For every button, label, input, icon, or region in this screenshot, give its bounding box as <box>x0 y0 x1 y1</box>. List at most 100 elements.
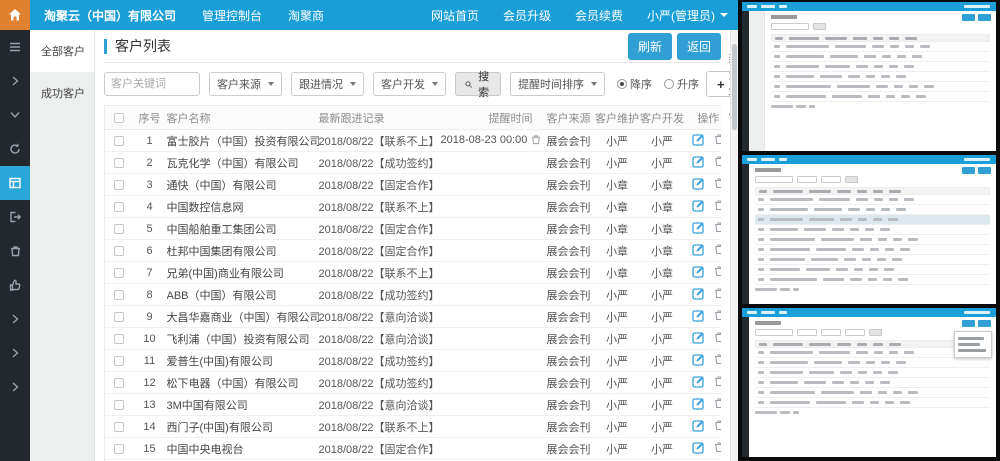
edit-icon[interactable] <box>692 221 705 237</box>
chevron-right-icon[interactable] <box>0 336 30 370</box>
sidebar-item-all-customers[interactable]: 全部客户 <box>30 30 94 72</box>
nav-item-member-upgrade[interactable]: 会员升级 <box>503 7 551 24</box>
sort-asc-radio[interactable]: 升序 <box>664 76 699 92</box>
sort-field-select[interactable]: 提醒时间排序 <box>510 72 605 96</box>
thumbs-up-icon[interactable] <box>0 268 30 302</box>
edit-icon[interactable] <box>692 353 705 369</box>
chevron-right-icon[interactable] <box>0 302 30 336</box>
row-checkbox[interactable] <box>114 334 124 344</box>
remind-delete-icon[interactable] <box>531 134 541 148</box>
table-row[interactable]: 2 瓦克化学（中国）有限公司 2018/08/22【成功签约】 展会会刊 小严 … <box>105 152 722 174</box>
row-checkbox[interactable] <box>114 180 124 190</box>
nav-item-website-home[interactable]: 网站首页 <box>431 7 479 24</box>
delete-icon[interactable] <box>714 353 721 368</box>
row-checkbox[interactable] <box>114 136 124 146</box>
keyword-input[interactable] <box>104 72 200 96</box>
vertical-scrollbar[interactable] <box>730 30 738 461</box>
row-checkbox[interactable] <box>114 312 124 322</box>
edit-icon[interactable] <box>692 287 705 303</box>
nav-item-taojushang[interactable]: 淘聚商 <box>288 7 324 24</box>
row-checkbox[interactable] <box>114 246 124 256</box>
edit-icon[interactable] <box>692 397 705 413</box>
cell-maintainer: 小严 <box>595 394 640 416</box>
delete-icon[interactable] <box>714 199 721 214</box>
edit-icon[interactable] <box>692 133 705 149</box>
delete-icon[interactable] <box>714 419 721 434</box>
table-row[interactable]: 10 飞利浦（中国）投资有限公司 2018/08/22【意向洽谈】 展会会刊 小… <box>105 328 722 350</box>
back-button[interactable]: 返回 <box>677 33 721 60</box>
trash-icon[interactable] <box>0 234 30 268</box>
table-row[interactable]: 14 西门子(中国)有限公司 2018/08/22【联系不上】 展会会刊 小严 … <box>105 416 722 438</box>
table-row[interactable]: 11 爱普生(中国)有限公司 2018/08/22【成功签约】 展会会刊 小严 … <box>105 350 722 372</box>
sidebar-item-success-customers[interactable]: 成功客户 <box>30 72 94 114</box>
row-checkbox[interactable] <box>114 400 124 410</box>
table-row[interactable]: 4 中国数控信息网 2018/08/22【联系不上】 展会会刊 小章 小章 <box>105 196 722 218</box>
cell-source: 展会会刊 <box>543 174 595 196</box>
delete-icon[interactable] <box>714 287 721 302</box>
screenshot-preview-3[interactable] <box>742 308 996 457</box>
edit-icon[interactable] <box>692 419 705 435</box>
delete-icon[interactable] <box>714 309 721 324</box>
delete-icon[interactable] <box>714 441 721 456</box>
table-row[interactable]: 12 松下电器（中国）有限公司 2018/08/22【成功签约】 展会会刊 小严… <box>105 372 722 394</box>
refresh-button[interactable]: 刷新 <box>628 33 672 60</box>
table-row[interactable]: 5 中国船舶重工集团公司 2018/08/22【固定合作】 展会会刊 小章 小章 <box>105 218 722 240</box>
edit-icon[interactable] <box>692 177 705 193</box>
edit-icon[interactable] <box>692 375 705 391</box>
edit-icon[interactable] <box>692 155 705 171</box>
user-menu[interactable]: 小严(管理员) <box>647 7 728 24</box>
delete-icon[interactable] <box>714 265 721 280</box>
edit-icon[interactable] <box>692 265 705 281</box>
delete-icon[interactable] <box>714 375 721 390</box>
home-icon <box>8 8 22 22</box>
row-checkbox[interactable] <box>114 356 124 366</box>
chevron-down-icon[interactable] <box>0 98 30 132</box>
row-checkbox[interactable] <box>114 158 124 168</box>
select-all-checkbox[interactable] <box>114 113 124 123</box>
sort-desc-radio[interactable]: 降序 <box>617 76 652 92</box>
customer-list-icon[interactable] <box>0 166 30 200</box>
delete-icon[interactable] <box>714 243 721 258</box>
followup-filter-select[interactable]: 跟进情况 <box>291 72 364 96</box>
scrollbar-thumb[interactable] <box>732 44 737 130</box>
nav-item-member-renew[interactable]: 会员续费 <box>575 7 623 24</box>
search-button[interactable]: 搜索 <box>455 72 501 96</box>
table-row[interactable]: 6 杜邦中国集团有限公司 2018/08/22【固定合作】 展会会刊 小章 小章 <box>105 240 722 262</box>
row-checkbox[interactable] <box>114 202 124 212</box>
row-checkbox[interactable] <box>114 224 124 234</box>
screenshot-preview-2[interactable] <box>742 155 996 304</box>
history-refresh-icon[interactable] <box>0 132 30 166</box>
table-row[interactable]: 1 富士胶片（中国）投资有限公司 2018/08/22【联系不上】 2018-0… <box>105 130 722 152</box>
edit-icon[interactable] <box>692 331 705 347</box>
row-checkbox[interactable] <box>114 268 124 278</box>
sidebar-toggle-hamburger-icon[interactable] <box>0 30 30 64</box>
home-button[interactable] <box>0 0 30 30</box>
source-filter-select[interactable]: 客户来源 <box>209 72 282 96</box>
table-row[interactable]: 8 ABB（中国）有限公司 2018/08/22【成功签约】 展会会刊 小严 小… <box>105 284 722 306</box>
delete-icon[interactable] <box>714 155 721 170</box>
delete-icon[interactable] <box>714 221 721 236</box>
logout-arrow-icon[interactable] <box>0 200 30 234</box>
row-checkbox[interactable] <box>114 444 124 454</box>
develop-filter-select[interactable]: 客户开发 <box>373 72 446 96</box>
edit-icon[interactable] <box>692 441 705 457</box>
delete-icon[interactable] <box>714 177 721 192</box>
table-row[interactable]: 13 3M中国有限公司 2018/08/22【意向洽谈】 展会会刊 小严 小严 <box>105 394 722 416</box>
edit-icon[interactable] <box>692 199 705 215</box>
row-checkbox[interactable] <box>114 378 124 388</box>
edit-icon[interactable] <box>692 243 705 259</box>
nav-item-console[interactable]: 管理控制台 <box>202 7 262 24</box>
delete-icon[interactable] <box>714 331 721 346</box>
table-row[interactable]: 15 中国中央电视台 2018/08/22【固定合作】 展会会刊 小严 小严 <box>105 438 722 460</box>
row-checkbox[interactable] <box>114 422 124 432</box>
edit-icon[interactable] <box>692 309 705 325</box>
table-row[interactable]: 7 兄弟(中国)商业有限公司 2018/08/22【联系不上】 展会会刊 小章 … <box>105 262 722 284</box>
row-checkbox[interactable] <box>114 290 124 300</box>
chevron-right-icon[interactable] <box>0 370 30 404</box>
chevron-right-icon[interactable] <box>0 64 30 98</box>
delete-icon[interactable] <box>714 133 721 148</box>
delete-icon[interactable] <box>714 397 721 412</box>
screenshot-preview-1[interactable] <box>742 2 996 151</box>
table-row[interactable]: 3 通快（中国）有限公司 2018/08/22【固定合作】 展会会刊 小章 小章 <box>105 174 722 196</box>
table-row[interactable]: 9 大昌华嘉商业（中国）有限公司 2018/08/22【意向洽谈】 展会会刊 小… <box>105 306 722 328</box>
